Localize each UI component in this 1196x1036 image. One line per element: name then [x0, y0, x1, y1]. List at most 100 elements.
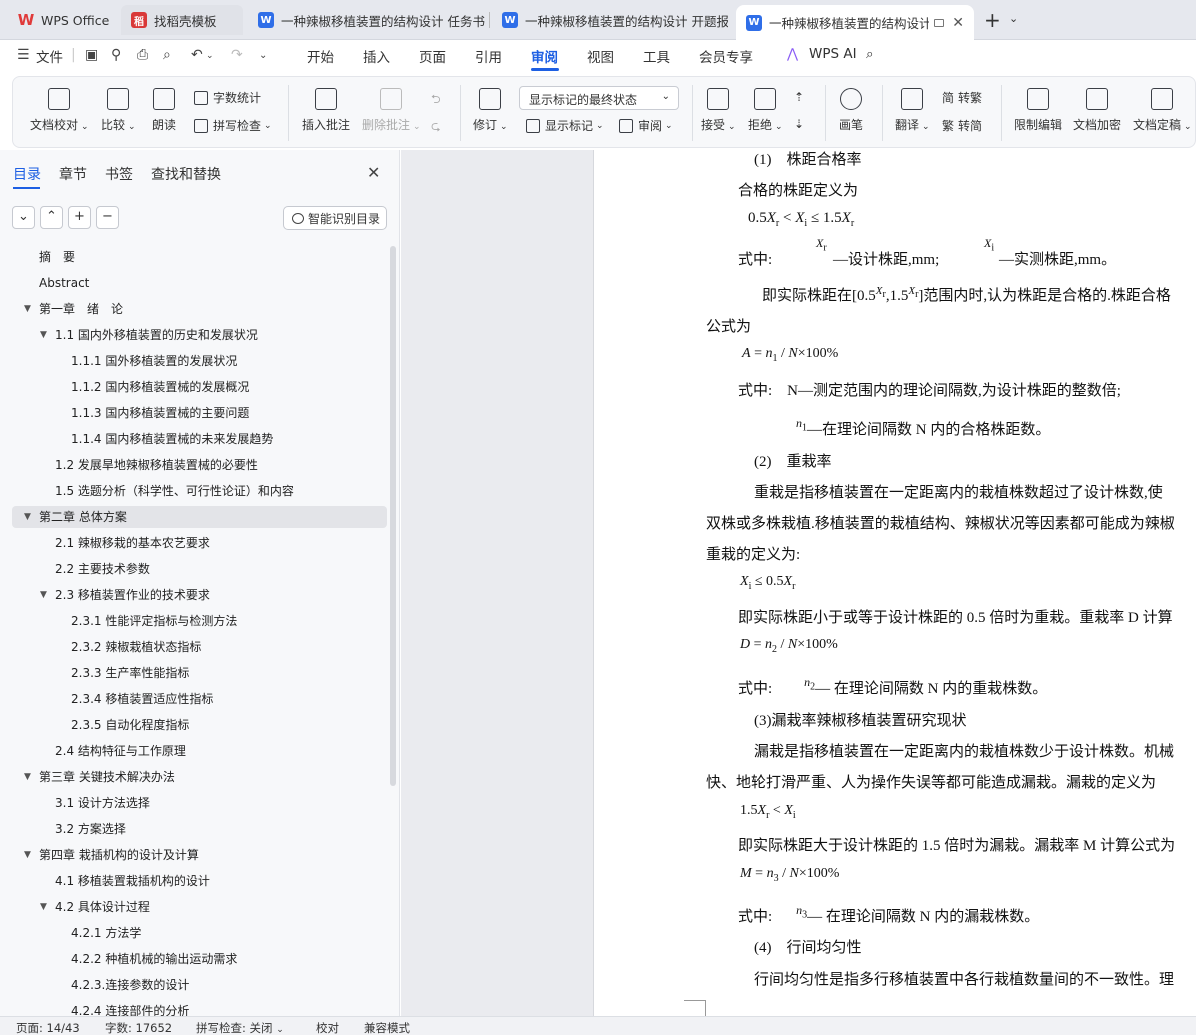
smart-toc-button[interactable]: 智能识别目录	[283, 206, 387, 230]
toc-item[interactable]: 4.2.1 方法学	[12, 922, 387, 944]
search-icon[interactable]: ⌕	[866, 46, 874, 62]
print-preview-icon[interactable]: ⌕	[163, 47, 171, 63]
toc-item[interactable]: ▼ 第二章 总体方案	[12, 506, 387, 528]
next-comment-icon[interactable]: ⮎	[431, 117, 441, 138]
tab-bookmarks[interactable]: 书签	[105, 164, 133, 184]
toc-scrollbar[interactable]	[390, 246, 396, 786]
menu-review[interactable]: 审阅	[531, 46, 558, 66]
share-icon[interactable]: ⚲	[111, 47, 121, 63]
toc-item[interactable]: ▼ 2.3 移植装置作业的技术要求	[12, 584, 387, 606]
read-aloud-button[interactable]: 朗读	[152, 88, 176, 133]
prev-change-icon[interactable]: ⇡	[794, 90, 804, 104]
toc-item[interactable]: 3.2 方案选择	[12, 818, 387, 840]
word-count-status[interactable]: 字数: 17652	[105, 1020, 172, 1036]
expand-toggle-icon[interactable]: ▼	[24, 844, 31, 866]
encrypt-button[interactable]: 文档加密	[1073, 88, 1121, 133]
toc-item[interactable]: 4.2.2 种植机械的输出运动需求	[12, 948, 387, 970]
insert-comment-button[interactable]: 插入批注	[302, 88, 350, 133]
expand-toggle-icon[interactable]: ▼	[24, 506, 31, 528]
menu-insert[interactable]: 插入	[363, 46, 390, 66]
redo-icon[interactable]: ↷	[231, 47, 243, 63]
reject-button[interactable]: 拒绝 ⌄	[748, 88, 783, 133]
toc-item[interactable]: 1.1.2 国内移植装置械的发展概况	[12, 376, 387, 398]
to-traditional-button[interactable]: 简转繁	[942, 89, 982, 106]
toc-item[interactable]: 1.1.1 国外移植装置的发展状况	[12, 350, 387, 372]
toc-item[interactable]: 2.3.5 自动化程度指标	[12, 714, 387, 736]
toc-item[interactable]: 2.3.2 辣椒栽植状态指标	[12, 636, 387, 658]
collapse-all-icon[interactable]: ⌄	[12, 206, 35, 229]
toc-item[interactable]: 3.1 设计方法选择	[12, 792, 387, 814]
close-icon[interactable]: ✕	[952, 15, 964, 31]
window-restore-icon[interactable]	[934, 18, 944, 27]
toc-item[interactable]: ▼ 4.2 具体设计过程	[12, 896, 387, 918]
markup-state-select[interactable]: 显示标记的最终状态 ⌄	[519, 86, 679, 110]
menu-wps-ai[interactable]: WPS AI	[809, 46, 857, 62]
menu-references[interactable]: 引用	[475, 46, 502, 66]
new-tab-icon[interactable]: +	[984, 8, 1001, 32]
tab-docer-templates[interactable]: 稻 找稻壳模板	[121, 5, 243, 35]
chevron-down-icon[interactable]: ⌄	[1009, 12, 1018, 25]
toc-item[interactable]: 1.2 发展旱地辣椒移植装置械的必要性	[12, 454, 387, 476]
expand-toggle-icon[interactable]: ▼	[40, 896, 47, 918]
expand-toggle-icon[interactable]: ▼	[24, 298, 31, 320]
expand-up-icon[interactable]: ⌃	[40, 206, 63, 229]
document-page[interactable]: (1) 株距合格率 合格的株距定义为 0.5Xr < Xi ≤ 1.5Xr 式中…	[593, 150, 1196, 1016]
undo-icon[interactable]: ↶	[191, 47, 203, 63]
expand-toggle-icon[interactable]: ▼	[40, 584, 47, 606]
tab-sections[interactable]: 章节	[59, 164, 87, 184]
menu-hamburger-icon[interactable]: ☰	[17, 47, 30, 63]
toc-item[interactable]: 4.2.4 连接部件的分析	[12, 1000, 387, 1016]
add-heading-icon[interactable]: +	[68, 206, 91, 229]
review-pane-button[interactable]: 审阅 ⌄	[619, 117, 673, 134]
menu-file[interactable]: 文件	[36, 46, 63, 66]
doc-proof-button[interactable]: 文档校对 ⌄	[30, 88, 89, 133]
toc-item[interactable]: 2.3.4 移植装置适应性指标	[12, 688, 387, 710]
spell-check-status[interactable]: 拼写检查: 关闭 ⌄	[196, 1020, 284, 1036]
tab-toc[interactable]: 目录	[13, 164, 41, 184]
next-change-icon[interactable]: ⇣	[794, 117, 804, 131]
spell-check-button[interactable]: 拼写检查 ⌄	[194, 117, 272, 134]
menu-page[interactable]: 页面	[419, 46, 446, 66]
toc-item[interactable]: 摘 要	[12, 246, 387, 268]
proof-status[interactable]: 校对	[316, 1020, 339, 1036]
translate-button[interactable]: 翻译 ⌄	[895, 88, 930, 133]
accept-button[interactable]: 接受 ⌄	[701, 88, 736, 133]
page-indicator[interactable]: 页面: 14/43	[16, 1020, 80, 1036]
toc-item[interactable]: 2.4 结构特征与工作原理	[12, 740, 387, 762]
prev-comment-icon[interactable]: ⮌	[431, 90, 441, 111]
tab-find-replace[interactable]: 查找和替换	[151, 164, 221, 184]
chevron-down-icon[interactable]: ⌄	[259, 50, 267, 61]
restrict-edit-button[interactable]: 限制编辑	[1014, 88, 1062, 133]
toc-item[interactable]: 1.1.4 国内移植装置械的未来发展趋势	[12, 428, 387, 450]
tab-proposal-doc[interactable]: W 一种辣椒移植装置的结构设计 开题报告	[492, 5, 728, 35]
toc-item[interactable]: Abstract	[12, 272, 387, 294]
remove-heading-icon[interactable]: −	[96, 206, 119, 229]
menu-tools[interactable]: 工具	[643, 46, 670, 66]
toc-item[interactable]: ▼ 第三章 关键技术解决办法	[12, 766, 387, 788]
expand-toggle-icon[interactable]: ▼	[40, 324, 47, 346]
toc-item[interactable]: 1.5 选题分析（科学性、可行性论证）和内容	[12, 480, 387, 502]
toc-item[interactable]: ▼ 第四章 栽插机构的设计及计算	[12, 844, 387, 866]
word-count-button[interactable]: 字数统计	[194, 89, 261, 106]
close-panel-icon[interactable]: ✕	[367, 163, 380, 182]
toc-item[interactable]: 2.2 主要技术参数	[12, 558, 387, 580]
tab-task-doc[interactable]: W 一种辣椒移植装置的结构设计 任务书	[248, 5, 486, 35]
compare-button[interactable]: 比较 ⌄	[101, 88, 136, 133]
toc-item[interactable]: ▼ 1.1 国内外移植装置的历史和发展状况	[12, 324, 387, 346]
show-markup-button[interactable]: 显示标记 ⌄	[526, 117, 604, 134]
toc-item[interactable]: ▼ 第一章 绪 论	[12, 298, 387, 320]
menu-view[interactable]: 视图	[587, 46, 614, 66]
toc-item[interactable]: 2.3.1 性能评定指标与检测方法	[12, 610, 387, 632]
expand-toggle-icon[interactable]: ▼	[24, 766, 31, 788]
toc-item[interactable]: 2.3.3 生产率性能指标	[12, 662, 387, 684]
to-simplified-button[interactable]: 繁转简	[942, 117, 982, 134]
track-changes-button[interactable]: 修订 ⌄	[473, 88, 508, 133]
toc-item[interactable]: 4.2.3.连接参数的设计	[12, 974, 387, 996]
toc-item[interactable]: 1.1.3 国内移植装置械的主要问题	[12, 402, 387, 424]
save-icon[interactable]: ▣	[85, 47, 98, 63]
chevron-down-icon[interactable]: ⌄	[206, 51, 214, 61]
tab-wps-office[interactable]: W WPS Office	[8, 5, 116, 35]
tab-design-doc[interactable]: W 一种辣椒移植装置的结构设计 ✕	[736, 5, 974, 40]
menu-home[interactable]: 开始	[307, 46, 334, 66]
toc-item[interactable]: 2.1 辣椒移栽的基本农艺要求	[12, 532, 387, 554]
